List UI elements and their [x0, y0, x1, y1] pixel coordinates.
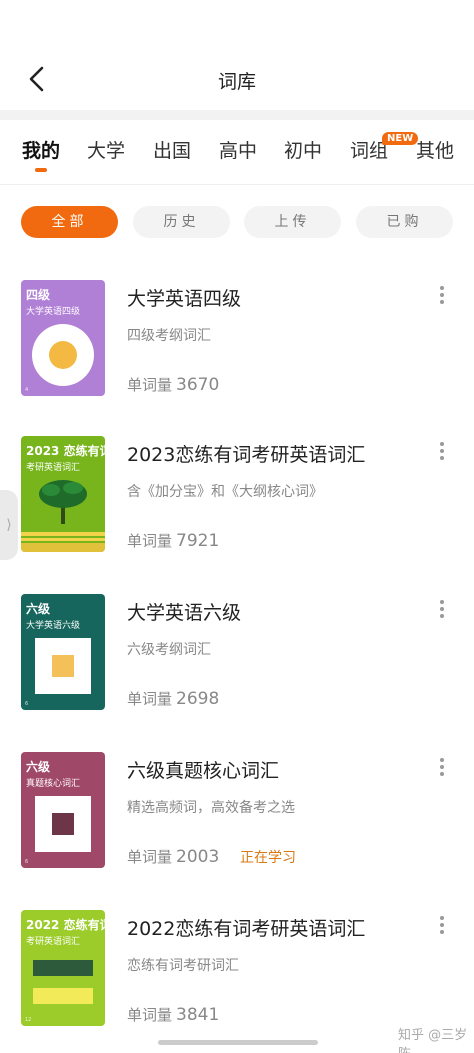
word-count: 单词量 7921 — [127, 530, 219, 551]
tab-university[interactable]: 大学 — [87, 136, 125, 163]
cover-art — [35, 638, 91, 694]
word-count: 单词量 2698 — [127, 688, 219, 709]
book-title: 大学英语四级 — [127, 288, 242, 310]
filter-upload[interactable]: 上传 — [244, 206, 341, 238]
book-title: 2022恋练有词考研英语词汇 — [127, 918, 366, 940]
book-cover: 六级 真题核心词汇 6 — [21, 752, 105, 868]
tab-abroad[interactable]: 出国 — [153, 136, 191, 163]
book-cover: 六级 大学英语六级 6 — [21, 594, 105, 710]
top-bar: 词库 — [0, 52, 474, 108]
word-count: 单词量 2003 — [127, 846, 219, 867]
page-title: 词库 — [217, 71, 256, 93]
book-description: 六级考纲词汇 — [127, 642, 211, 658]
learning-status: 正在学习 — [240, 850, 296, 866]
category-tabs: 我的 大学 出国 高中 初中 词组 NEW 其他 — [0, 132, 474, 182]
book-description: 恋练有词考研词汇 — [127, 958, 239, 974]
tab-high-school[interactable]: 高中 — [219, 136, 257, 163]
book-item[interactable]: 六级 真题核心词汇 6 六级真题核心词汇 精选高频词，高效备考之选 单词量 200… — [0, 752, 474, 872]
cover-art — [35, 796, 91, 852]
word-count-value: 3670 — [176, 375, 220, 395]
home-indicator[interactable] — [158, 1040, 318, 1045]
book-cover: 2023 恋练有词 考研英语词汇 — [21, 436, 105, 552]
book-description: 精选高频词，高效备考之选 — [127, 800, 295, 816]
more-options-button[interactable] — [434, 758, 450, 778]
word-count-label: 单词量 — [127, 690, 173, 708]
filter-history[interactable]: 历史 — [133, 206, 230, 238]
book-cover: 2022 恋练有词 考研英语词汇 12 — [21, 910, 105, 1026]
word-count-label: 单词量 — [127, 376, 173, 394]
tabs-divider — [0, 184, 474, 185]
tree-illustration — [21, 480, 105, 552]
filter-purchased[interactable]: 已购 — [356, 206, 453, 238]
book-item[interactable]: 2023 恋练有词 考研英语词汇 2023恋练有词考研英语词汇 含《加分宝》和《… — [0, 436, 474, 556]
more-options-button[interactable] — [434, 600, 450, 620]
book-item[interactable]: 2022 恋练有词 考研英语词汇 12 2022恋练有词考研英语词汇 恋练有词考… — [0, 910, 474, 1030]
book-title: 大学英语六级 — [127, 602, 242, 624]
cover-art — [32, 324, 94, 386]
book-cover: 四级 大学英语四级 4 — [21, 280, 105, 396]
word-count-label: 单词量 — [127, 1006, 173, 1024]
tab-other[interactable]: 其他 — [416, 136, 454, 163]
filter-chips: 全部 历史 上传 已购 — [0, 206, 474, 238]
active-tab-indicator — [35, 168, 47, 172]
more-options-button[interactable] — [434, 286, 450, 306]
book-title: 六级真题核心词汇 — [127, 760, 280, 782]
more-options-button[interactable] — [434, 916, 450, 936]
word-count: 单词量 3841 — [127, 1004, 219, 1025]
book-item[interactable]: 六级 大学英语六级 6 大学英语六级 六级考纲词汇 单词量 2698 — [0, 594, 474, 714]
side-drawer-handle[interactable]: ⟩ — [0, 490, 18, 560]
book-description: 四级考纲词汇 — [127, 328, 211, 344]
cover-volume: 6 — [25, 859, 29, 865]
word-count-label: 单词量 — [127, 848, 173, 866]
tab-mine[interactable]: 我的 — [22, 136, 60, 163]
tab-middle-school[interactable]: 初中 — [284, 136, 322, 163]
word-count-value: 3841 — [176, 1005, 220, 1025]
book-description: 含《加分宝》和《大纲核心词》 — [127, 484, 323, 500]
book-title: 2023恋练有词考研英语词汇 — [127, 444, 366, 466]
cover-volume: 12 — [25, 1017, 32, 1023]
cover-art — [33, 960, 93, 1004]
chevron-right-icon: ⟩ — [6, 517, 12, 533]
cover-volume: 6 — [25, 701, 29, 707]
filter-all[interactable]: 全部 — [21, 206, 118, 238]
new-badge: NEW — [382, 132, 419, 145]
word-count-label: 单词量 — [127, 532, 173, 550]
word-count: 单词量 3670 — [127, 374, 219, 395]
word-count-value: 7921 — [176, 531, 220, 551]
word-count-value: 2003 — [176, 847, 220, 867]
word-count-value: 2698 — [176, 689, 220, 709]
watermark: 知乎 @三岁陈 — [398, 1028, 468, 1053]
book-item[interactable]: 四级 大学英语四级 4 大学英语四级 四级考纲词汇 单词量 3670 — [0, 280, 474, 400]
cover-volume: 4 — [25, 387, 29, 393]
more-options-button[interactable] — [434, 442, 450, 462]
header-divider — [0, 110, 474, 120]
